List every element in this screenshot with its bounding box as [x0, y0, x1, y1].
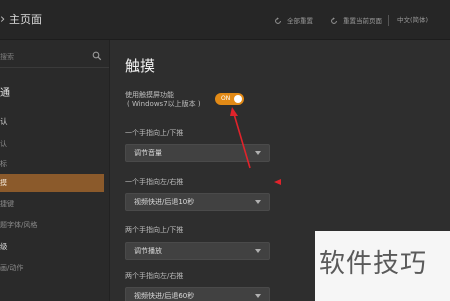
reset-page-icon [331, 17, 337, 24]
reset-page-button[interactable]: 重置当前页面 [330, 15, 382, 27]
sidebar-item-touch[interactable]: 摸 [0, 174, 104, 192]
select-value: 视频快进/后退60秒 [134, 292, 195, 300]
field-label-one-finger-horizontal: 一个手指向左/右推 [125, 178, 184, 186]
toggle-state-text: ON [221, 95, 231, 102]
touch-toggle[interactable]: ON [215, 93, 244, 105]
watermark: 软件技巧 [315, 231, 450, 301]
reset-page-label: 重置当前页面 [343, 17, 382, 25]
chevron-down-icon [255, 200, 261, 204]
select-value: 视频快进/后退10秒 [134, 198, 195, 206]
reset-all-label: 全部重置 [287, 17, 313, 25]
sidebar-item-shortcuts[interactable]: 捷键 [0, 195, 104, 213]
reset-icon [275, 17, 281, 24]
sidebar-item-1[interactable]: 认 [0, 113, 104, 131]
field-label-two-finger-horizontal: 两个手指向左/右推 [125, 272, 184, 280]
search-icon[interactable] [92, 51, 102, 61]
page-title-home: 主页面 [9, 13, 42, 26]
sidebar-item-general[interactable]: 通 [0, 86, 104, 104]
watermark-text: 软件技巧 [319, 249, 428, 279]
language-selector[interactable]: 中文(简体) [397, 15, 428, 25]
top-bar: › 主页面 全部重置 重置当前页面 中文(简体) [0, 0, 450, 40]
select-value: 调节音量 [134, 149, 162, 157]
select-one-finger-horizontal[interactable]: 视频快进/后退10秒 [125, 193, 270, 211]
search-divider [0, 67, 109, 68]
select-two-finger-horizontal[interactable]: 视频快进/后退60秒 [125, 287, 270, 301]
chevron-down-icon [255, 294, 261, 298]
section-title: 触摸 [125, 57, 156, 75]
sidebar: 搜索 通 认 认 标 摸 捷键 题字体/风格 级 画/动作 [0, 40, 110, 301]
chevron-down-icon [255, 249, 261, 253]
search-box[interactable]: 搜索 [0, 49, 109, 65]
sidebar-item-advanced[interactable]: 级 [0, 238, 104, 256]
annotation-marker [274, 179, 281, 185]
select-one-finger-vertical[interactable]: 调节音量 [125, 144, 270, 162]
back-chevron-icon[interactable]: › [0, 12, 5, 27]
toggle-knob [234, 95, 242, 103]
reset-all-button[interactable]: 全部重置 [274, 15, 313, 27]
chevron-down-icon [255, 151, 261, 155]
app-window: › 主页面 全部重置 重置当前页面 中文(简体) 搜索 通 认 认 标 摸 捷键… [0, 0, 450, 301]
search-input[interactable]: 搜索 [0, 51, 14, 63]
sidebar-item-mouse[interactable]: 标 [0, 155, 104, 173]
sidebar-item-2[interactable]: 认 [0, 135, 104, 153]
select-two-finger-vertical[interactable]: 调节播放 [125, 242, 270, 260]
sidebar-item-subtitle-font[interactable]: 题字体/风格 [0, 216, 104, 234]
field-label-one-finger-vertical: 一个手指向上/下推 [125, 129, 184, 137]
field-label-two-finger-vertical: 两个手指向上/下推 [125, 226, 184, 234]
touch-toggle-sublabel: ( Windows7以上版本 ) [127, 100, 201, 108]
sidebar-item-animation[interactable]: 画/动作 [0, 259, 104, 277]
select-value: 调节播放 [134, 247, 162, 255]
divider [388, 15, 389, 26]
